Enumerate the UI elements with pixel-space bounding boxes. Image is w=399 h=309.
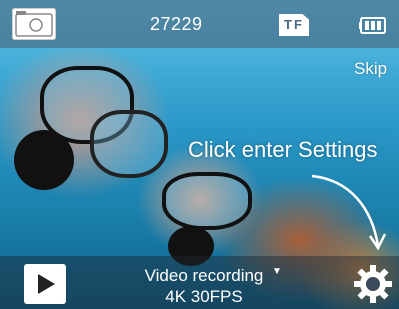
mode-label[interactable]: Video recording (130, 266, 278, 286)
mode-resolution: 4K 30FPS (165, 287, 243, 306)
camera-mode-icon[interactable] (12, 8, 56, 40)
diver-mask-left-second (90, 110, 168, 178)
shot-counter: 27229 (150, 14, 203, 34)
play-icon (38, 274, 55, 294)
playback-button[interactable] (24, 264, 66, 304)
settings-hint: Click enter Settings (188, 137, 378, 162)
gear-icon[interactable] (352, 263, 394, 305)
tf-card-icon: TF (279, 14, 309, 36)
hint-arrow-icon (311, 174, 387, 251)
regulator-left (14, 130, 74, 190)
battery-icon (359, 17, 387, 34)
chevron-down-icon[interactable]: ▼ (272, 266, 282, 277)
status-bar: 27229 TF (0, 0, 399, 48)
diver-mask-right (162, 172, 252, 230)
skip-button[interactable]: Skip (354, 59, 387, 79)
